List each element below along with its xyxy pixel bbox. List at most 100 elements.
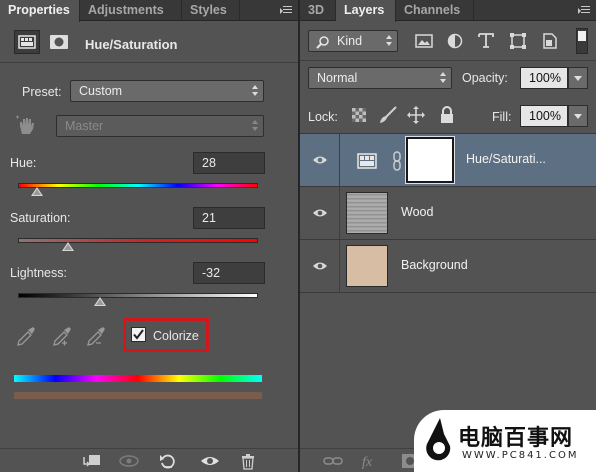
eye-icon	[313, 262, 327, 270]
chevron-down-icon	[574, 114, 582, 119]
updown-icon	[252, 85, 258, 97]
eyedropper-icon[interactable]	[14, 324, 38, 348]
view-previous-icon[interactable]	[118, 452, 140, 470]
lock-transparent-icon[interactable]	[350, 106, 368, 124]
blend-mode-value: Normal	[317, 71, 358, 85]
filter-kind-dropdown[interactable]: Kind	[308, 30, 398, 52]
filter-kind-value: Kind	[337, 34, 363, 48]
visibility-toggle[interactable]	[300, 134, 340, 187]
chevron-down-icon	[574, 76, 582, 81]
layers-panel: 3D Layers Channels Kind Normal Opacity: …	[300, 0, 596, 472]
link-icon[interactable]	[322, 452, 344, 470]
layer-row-huesat[interactable]: Hue/Saturati...	[300, 134, 596, 187]
adjustment-layer-icon	[356, 152, 378, 170]
layer-mask-thumbnail[interactable]	[406, 137, 454, 183]
lock-all-icon[interactable]	[438, 105, 456, 125]
properties-tabbar: Properties Adjustments Styles	[0, 0, 298, 22]
header-divider	[0, 62, 298, 63]
tab-channels[interactable]: Channels	[396, 0, 474, 21]
layer-row-wood[interactable]: Wood	[300, 187, 596, 240]
tab-properties[interactable]: Properties	[0, 0, 80, 22]
layer-name: Background	[401, 258, 468, 272]
fill-input[interactable]: 100%	[520, 105, 568, 127]
saturation-slider-thumb[interactable]	[62, 242, 75, 251]
hue-slider-thumb[interactable]	[30, 187, 43, 196]
lock-paint-icon[interactable]	[378, 106, 398, 124]
svg-text:fx: fx	[362, 455, 373, 470]
tab-3d[interactable]: 3D	[300, 0, 336, 21]
image-filter-icon[interactable]	[414, 32, 434, 50]
hue-label: Hue:	[10, 156, 37, 170]
tab-layers[interactable]: Layers	[336, 0, 396, 22]
layer-name: Wood	[401, 205, 434, 219]
tab-styles[interactable]: Styles	[182, 0, 240, 21]
eyedropper-minus-icon[interactable]	[84, 324, 108, 348]
mask-icon[interactable]	[46, 30, 72, 54]
tab-adjustments[interactable]: Adjustments	[80, 0, 182, 21]
eye-icon	[313, 156, 327, 164]
visibility-icon[interactable]	[200, 452, 220, 470]
layer-row-background[interactable]: Background	[300, 240, 596, 293]
panel-menu-icon[interactable]	[280, 5, 292, 15]
lock-move-icon[interactable]	[406, 105, 426, 125]
chain-icon[interactable]	[392, 151, 402, 171]
fill-dropdown-button[interactable]	[568, 105, 588, 127]
target-adjust-icon[interactable]	[14, 114, 38, 138]
colorize-label: Colorize	[153, 329, 199, 343]
saturation-slider-track[interactable]	[18, 238, 258, 243]
smartobject-filter-icon[interactable]	[540, 32, 560, 50]
watermark: 电脑百事网 WWW.PC841.COM	[414, 410, 596, 472]
lightness-slider-thumb[interactable]	[93, 297, 106, 306]
fill-label: Fill:	[492, 110, 512, 124]
hue-input[interactable]: 28	[193, 152, 265, 174]
fx-icon[interactable]: fx	[360, 451, 384, 471]
visibility-toggle[interactable]	[300, 187, 340, 240]
eye-icon	[313, 209, 327, 217]
opacity-input[interactable]: 100%	[520, 67, 568, 89]
watermark-url: WWW.PC841.COM	[462, 450, 579, 461]
updown-icon	[440, 72, 446, 84]
channel-dropdown[interactable]: Master	[56, 115, 264, 137]
hue-slider-track[interactable]	[18, 183, 258, 188]
lightness-slider-track[interactable]	[18, 293, 258, 298]
channel-value: Master	[65, 119, 104, 133]
layer-thumbnail	[346, 245, 388, 287]
adjustment-icon[interactable]	[14, 30, 40, 54]
adjustment-filter-icon[interactable]	[445, 32, 465, 50]
input-spectrum-bar	[14, 375, 262, 382]
filter-divider	[300, 60, 596, 61]
trash-icon[interactable]	[238, 452, 258, 470]
opacity-label: Opacity:	[462, 71, 508, 85]
layers-list: Hue/Saturati... Wood Background	[300, 134, 596, 294]
properties-panel: Properties Adjustments Styles Hue/Satura…	[0, 0, 298, 472]
lightness-label: Lightness:	[10, 266, 67, 280]
lightness-input[interactable]: -32	[193, 262, 265, 284]
layers-tabbar: 3D Layers Channels	[300, 0, 596, 22]
updown-icon	[386, 35, 392, 47]
properties-bottom-toolbar	[0, 448, 298, 472]
preset-label: Preset:	[22, 85, 62, 99]
colorize-checkbox[interactable]	[131, 327, 146, 342]
watermark-title: 电脑百事网	[458, 426, 574, 451]
saturation-label: Saturation:	[10, 211, 71, 225]
lock-label: Lock:	[308, 110, 338, 124]
output-spectrum-bar	[14, 392, 262, 399]
watermark-logo-icon	[418, 416, 458, 464]
blend-mode-dropdown[interactable]: Normal	[308, 67, 452, 89]
type-filter-icon[interactable]	[476, 30, 496, 50]
clip-icon[interactable]	[82, 452, 102, 470]
opacity-dropdown-button[interactable]	[568, 67, 588, 89]
visibility-toggle[interactable]	[300, 240, 340, 293]
layer-thumbnail	[346, 192, 388, 234]
filter-toggle-icon[interactable]	[576, 28, 588, 54]
eyedropper-plus-icon[interactable]	[50, 324, 74, 348]
saturation-input[interactable]: 21	[193, 207, 265, 229]
layer-name: Hue/Saturati...	[466, 152, 546, 166]
panel-menu-icon[interactable]	[578, 5, 590, 15]
preset-dropdown[interactable]: Custom	[70, 80, 264, 102]
search-icon	[316, 35, 330, 49]
preset-value: Custom	[79, 84, 123, 98]
updown-icon	[252, 120, 258, 132]
shape-filter-icon[interactable]	[508, 32, 528, 50]
reset-icon[interactable]	[158, 452, 178, 470]
